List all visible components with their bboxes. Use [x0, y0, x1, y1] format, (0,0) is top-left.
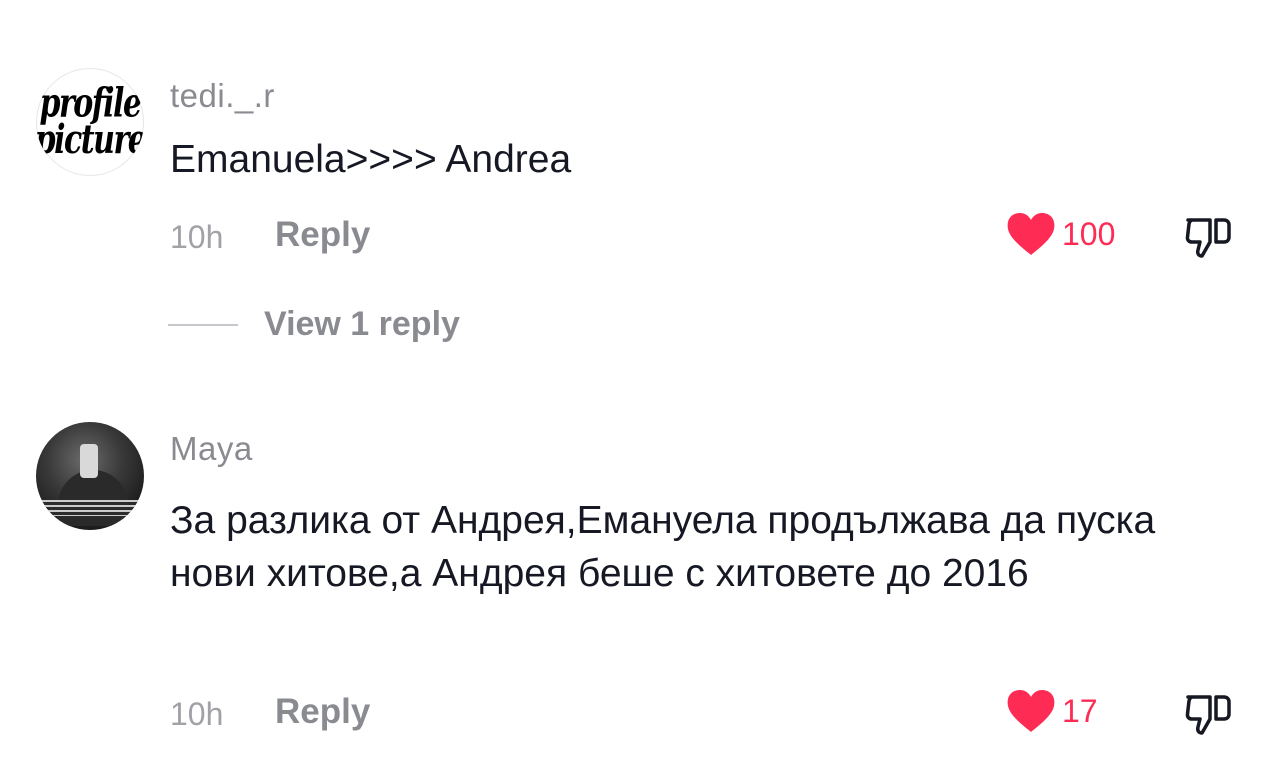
- comment-time: 10h: [170, 696, 224, 732]
- avatar-stripes: [36, 500, 144, 516]
- avatar-phone: [80, 444, 98, 478]
- heart-icon: [1007, 690, 1055, 732]
- like-count: 17: [1062, 692, 1098, 729]
- avatar-figure: [58, 470, 128, 526]
- thumbs-down-icon[interactable]: [1184, 689, 1232, 737]
- like-button[interactable]: 17: [1006, 689, 1098, 733]
- comment-text: За разлика от Андрея,Емануела продължава…: [170, 499, 1156, 595]
- reply-button[interactable]: Reply: [275, 692, 370, 732]
- comment-item: Maya За разлика от Андрея,Емануела продъ…: [0, 0, 1280, 774]
- avatar[interactable]: [36, 422, 144, 530]
- username[interactable]: Maya: [170, 430, 253, 468]
